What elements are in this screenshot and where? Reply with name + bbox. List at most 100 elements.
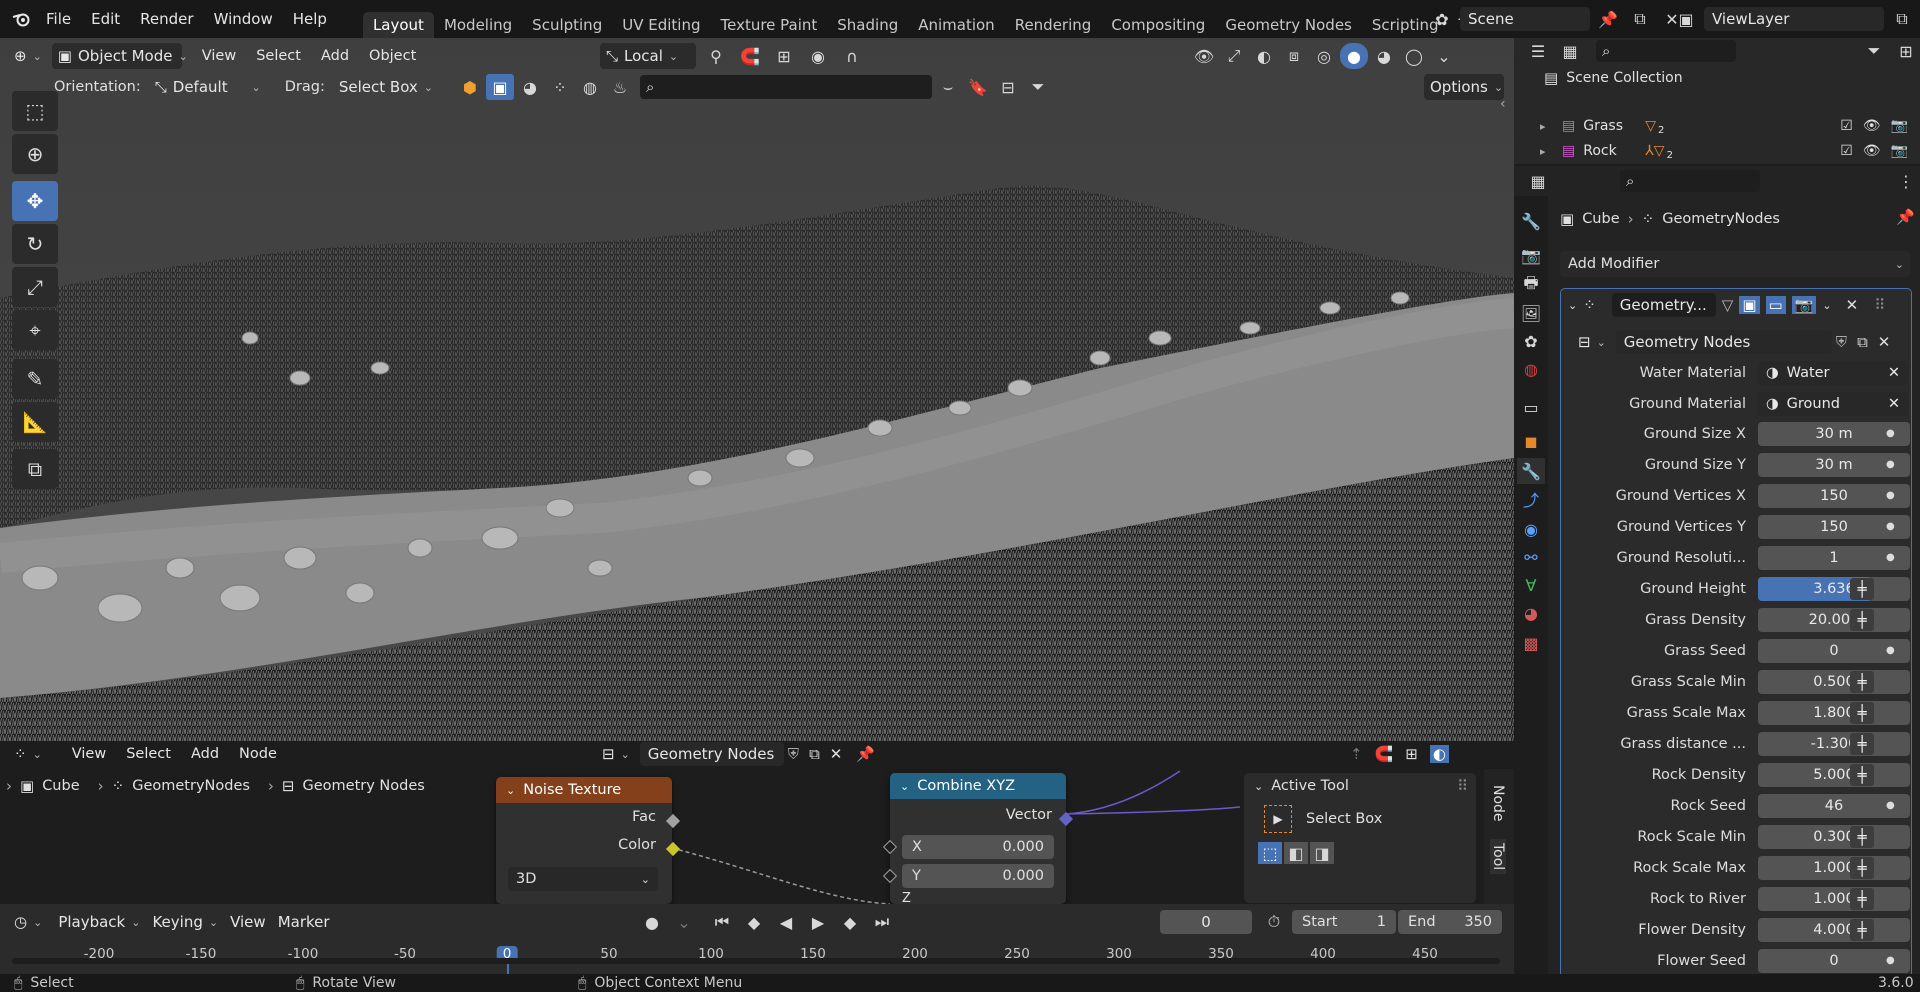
tab-shading[interactable]: Shading [827,12,908,38]
animate-dot-icon[interactable]: ● [1886,552,1895,563]
tab-rendering[interactable]: Rendering [1005,12,1102,38]
scene-selector[interactable]: Scene [1460,7,1590,31]
overlay-icon[interactable]: ◐ [1429,745,1449,763]
brush-filter-icon[interactable]: ♨ [606,74,634,100]
scene-tab-icon[interactable]: ✿ [1517,328,1545,354]
material-field[interactable]: ◑ Water ✕ [1758,361,1908,385]
animate-dot-icon[interactable]: ● [1886,955,1895,966]
input-field[interactable]: 1.000 [1758,856,1910,880]
close-icon[interactable]: ✕ [830,745,843,763]
new-scene-icon[interactable]: ⧉ [1626,6,1654,32]
measure-tool-icon[interactable]: 📐 [12,402,58,442]
node-tree-dropdown[interactable]: ⊟ ⌄ [596,741,636,767]
fake-user-icon[interactable]: ⛨ [788,745,799,763]
play-icon[interactable]: ▶ [804,909,832,935]
input-field[interactable]: 1.000 [1758,887,1910,911]
input-field[interactable]: 0.300 [1758,825,1910,849]
modifier-name-input[interactable]: Geometry... [1611,293,1716,317]
editor-type-dropdown[interactable]: ⊕ ⌄ [8,43,48,69]
layout-icon[interactable]: ⊟ [994,74,1022,100]
node-menu-add[interactable]: Add [181,746,229,762]
timeline-menu-view[interactable]: View [224,909,272,935]
animate-dot-icon[interactable]: ● [1886,490,1895,501]
outliner-search-input[interactable]: ⌕ [1596,40,1736,62]
expand-icon[interactable]: ▸ [1540,120,1554,133]
menu-render[interactable]: Render [130,10,203,28]
pin-icon[interactable]: 📌 [856,745,875,763]
constraints-tab-icon[interactable]: ⚯ [1517,544,1545,570]
eye-icon[interactable]: 👁 [1863,118,1881,134]
tab-layout[interactable]: Layout [362,12,434,38]
sidebar-toggle-icon[interactable]: ‹ [1500,96,1506,112]
duplicate-icon[interactable]: ⧉ [809,745,820,763]
mode-dropdown[interactable]: ▣ Object Mode ⌄ [51,43,188,69]
tab-texture-paint[interactable]: Texture Paint [710,12,827,38]
tab-modeling[interactable]: Modeling [434,12,522,38]
filter-icon[interactable]: ⏷ [1024,74,1052,100]
color-cube-icon[interactable]: ⬢ [456,74,484,100]
pin-icon[interactable]: 📌 [1896,208,1915,226]
fake-user-icon[interactable]: ⛨ [1836,333,1847,351]
current-frame-field[interactable]: 0 [1160,910,1252,934]
jump-start-icon[interactable]: ⏮ [708,909,736,935]
snap-icon[interactable]: 🧲 [736,43,764,69]
timeline-menu-marker[interactable]: Marker [272,909,336,935]
pin-icon[interactable]: ⋮ [1892,168,1920,194]
object-tab-icon[interactable]: ◼ [1517,428,1545,454]
render-tab-icon[interactable]: 📷 [1517,242,1545,268]
scene-icon[interactable]: ✿ [1428,6,1456,32]
camera-icon[interactable]: 📷 [1891,118,1908,134]
view-layer-tab-icon[interactable]: 🖼 [1517,300,1545,326]
collection-tab-icon[interactable]: ▭ [1517,394,1545,420]
play-reverse-icon[interactable]: ◀ [772,909,800,935]
node-menu-select[interactable]: Select [116,746,181,762]
3d-viewport[interactable]: ⊕ ⌄ ▣ Object Mode ⌄ View Select Add Object ⤡… [0,38,1514,741]
new-collection-icon[interactable]: ⊞ [1892,38,1920,64]
physics-tab-icon[interactable]: ◉ [1517,516,1545,542]
pivot-icon[interactable]: ⚲ [702,43,730,69]
tab-node[interactable]: Node [1490,785,1506,822]
unlink-icon[interactable]: ✕ [1878,333,1891,351]
eye-icon[interactable]: 👁 [1863,143,1881,159]
tab-geometry-nodes[interactable]: Geometry Nodes [1215,12,1362,38]
viewport-menu-add[interactable]: Add [311,48,359,64]
noise-texture-node[interactable]: ⌄ Noise Texture Fac Color 3D ⌄ [496,777,672,904]
move-tool-icon[interactable]: ✥ [12,181,58,221]
animate-dot-icon[interactable]: ● [1886,428,1895,439]
viewport-menu-select[interactable]: Select [246,48,311,64]
visibility-icon[interactable]: 👁 [1190,43,1218,69]
modifier-tab-icon[interactable]: 🔧 [1517,458,1545,484]
transform-orientation-dropdown[interactable]: ⤡ Local ⌄ [600,43,696,69]
menu-window[interactable]: Window [204,10,283,28]
close-icon[interactable]: ✕ [1888,365,1900,381]
overlay-icon[interactable]: ◐ [1250,43,1278,69]
material-tab-icon[interactable]: ◕ [1517,600,1545,626]
end-frame-field[interactable]: End 350 [1398,910,1502,934]
annotate-tool-icon[interactable]: ✎ [12,359,58,399]
globe-filter-icon[interactable]: ◍ [576,74,604,100]
input-field[interactable]: 0.500 [1758,670,1910,694]
camera-icon[interactable]: 📷 [1891,143,1908,159]
menu-help[interactable]: Help [283,10,337,28]
display-mode-icon[interactable]: ▦ [1556,38,1584,64]
subtract-selection-icon[interactable]: ◨ [1310,842,1334,864]
gizmo-icon[interactable]: ⤢ [1220,43,1248,69]
editor-type-dropdown[interactable]: ◷ ⌄ [8,909,48,935]
close-icon[interactable]: ✕ [1888,396,1900,412]
keyframe-grip-icon[interactable]: ╪ [1850,702,1874,724]
world-tab-icon[interactable]: ◍ [1517,356,1545,382]
new-view-layer-icon[interactable]: ⧉ [1888,6,1916,32]
node-tree-dropdown[interactable]: ⊟ ⌄ [1572,329,1612,355]
scene-collection-row[interactable]: ▤ Scene Collection [1514,66,1920,90]
node-tree-field[interactable]: Geometry Nodes [639,742,784,766]
node-menu-view[interactable]: View [62,746,116,762]
dimensions-dropdown[interactable]: 3D ⌄ [508,867,658,891]
keyframe-grip-icon[interactable]: ╪ [1850,733,1874,755]
sphere-filter-icon[interactable]: ◕ [516,74,544,100]
record-icon[interactable]: ● [638,909,666,935]
tab-tool[interactable]: Tool [1490,839,1506,875]
jump-end-icon[interactable]: ⏭ [868,909,896,935]
drag-handle-icon[interactable]: ⠿ [1874,296,1885,314]
solid-shading-icon[interactable]: ● [1340,43,1368,69]
timeline-scrollbar[interactable] [12,958,1500,964]
